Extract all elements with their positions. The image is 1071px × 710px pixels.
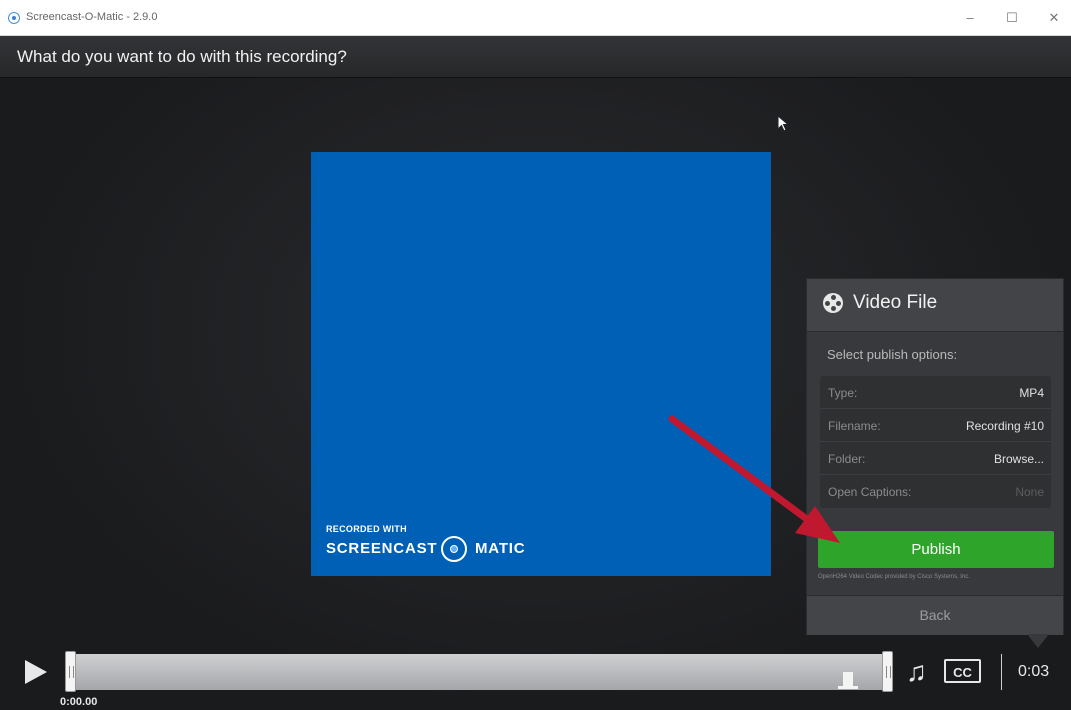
- option-value: Browse...: [993, 452, 1044, 466]
- option-label: Open Captions:: [828, 485, 912, 499]
- watermark-logo-icon: [441, 536, 467, 562]
- panel-pointer: [1027, 634, 1049, 648]
- window-title: Screencast-O-Matic - 2.9.0: [26, 11, 158, 23]
- mouse-cursor-icon: [777, 115, 789, 132]
- option-folder[interactable]: Folder: Browse...: [820, 442, 1051, 475]
- publish-options-panel: Video File Select publish options: Type:…: [806, 278, 1064, 635]
- option-filename[interactable]: Filename: Recording #10: [820, 409, 1051, 442]
- video-preview[interactable]: RECORDED WITH SCREENCAST MATIC: [311, 152, 771, 576]
- back-button[interactable]: Back: [807, 595, 1063, 635]
- option-type[interactable]: Type: MP4: [820, 376, 1051, 409]
- trim-end-handle[interactable]: [882, 651, 893, 692]
- divider: [1001, 654, 1002, 690]
- play-icon[interactable]: [25, 660, 47, 684]
- trim-start-handle[interactable]: [65, 651, 76, 692]
- playhead-marker[interactable]: [838, 672, 858, 689]
- option-value: Recording #10: [965, 419, 1044, 433]
- option-label: Filename:: [828, 419, 881, 433]
- publish-button[interactable]: Publish: [818, 531, 1054, 568]
- watermark-recorded-with: RECORDED WITH: [326, 524, 407, 534]
- music-note-icon[interactable]: ♫: [906, 657, 927, 687]
- maximize-button[interactable]: ☐: [997, 7, 1027, 29]
- close-button[interactable]: ✕: [1039, 7, 1069, 29]
- option-open-captions[interactable]: Open Captions: None: [820, 475, 1051, 508]
- option-label: Folder:: [828, 452, 866, 466]
- codec-note: OpenH264 Video Codec provided by Cisco S…: [818, 574, 970, 580]
- option-value: None: [1015, 485, 1044, 499]
- option-label: Type:: [828, 386, 858, 400]
- option-value: MP4: [1019, 386, 1044, 400]
- closed-captions-icon[interactable]: CC: [944, 659, 981, 683]
- panel-header: Video File: [807, 279, 1063, 332]
- prompt-question: What do you want to do with this recordi…: [17, 47, 347, 66]
- panel-subtitle: Select publish options:: [827, 347, 958, 362]
- minimize-button[interactable]: –: [955, 7, 985, 29]
- watermark-matic: MATIC: [475, 540, 526, 557]
- window-title-bar: Screencast-O-Matic - 2.9.0 – ☐ ✕: [0, 0, 1071, 36]
- prompt-header: What do you want to do with this recordi…: [0, 36, 1071, 78]
- film-reel-icon: [823, 293, 843, 313]
- options-list: Type: MP4 Filename: Recording #10 Folder…: [820, 376, 1051, 508]
- watermark-screencast: SCREENCAST: [326, 540, 438, 557]
- app-logo-icon: [8, 12, 20, 24]
- current-time: 0:00.00: [60, 696, 98, 708]
- timeline-track[interactable]: [71, 654, 888, 690]
- panel-title: Video File: [853, 292, 938, 313]
- duration-display: 0:03: [1018, 663, 1050, 680]
